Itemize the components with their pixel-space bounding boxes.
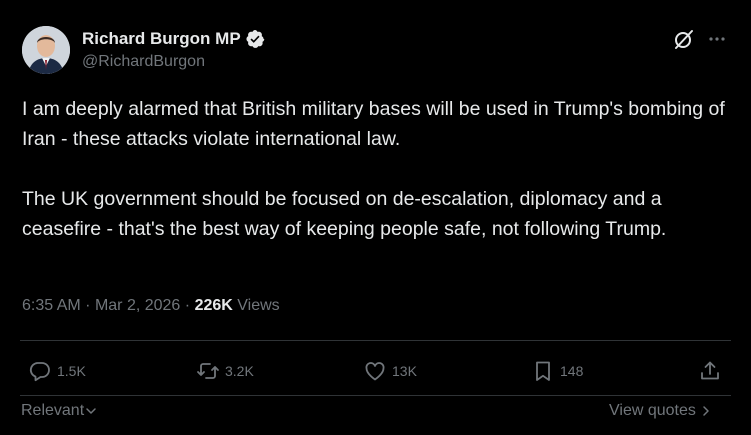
divider [20, 340, 731, 341]
divider [20, 395, 731, 396]
tweet-text: I am deeply alarmed that British militar… [22, 94, 737, 244]
sort-label: Relevant [21, 402, 85, 419]
meta-separator: · [184, 297, 195, 314]
tweet-date[interactable]: Mar 2, 2026 [95, 297, 180, 314]
verified-badge-icon[interactable] [245, 29, 265, 49]
reply-count: 1.5K [57, 363, 86, 379]
views-label: Views [237, 297, 280, 314]
author-display-name[interactable]: Richard Burgon MP [82, 28, 241, 50]
heart-icon [365, 362, 385, 381]
author-handle[interactable]: @RichardBurgon [82, 52, 205, 72]
view-quotes-link[interactable]: View quotes [609, 401, 712, 421]
like-count: 13K [392, 363, 417, 379]
share-button[interactable] [698, 359, 722, 383]
chevron-down-icon [86, 408, 96, 414]
tweet-paragraph: I am deeply alarmed that British militar… [22, 98, 725, 150]
views-count[interactable]: 226K [195, 297, 233, 314]
tweet-card: Richard Burgon MP @RichardBurgon I am de… [0, 0, 751, 435]
tweet-time[interactable]: 6:35 AM [22, 297, 81, 314]
avatar[interactable] [22, 26, 70, 74]
bookmark-icon [536, 361, 550, 381]
tweet-paragraph: The UK government should be focused on d… [22, 188, 667, 240]
grok-icon[interactable] [672, 27, 696, 51]
author-name-row[interactable]: Richard Burgon MP [82, 28, 265, 50]
repost-button[interactable]: 3.2K [196, 359, 254, 383]
more-dots-icon[interactable] [705, 27, 729, 51]
like-button[interactable]: 13K [363, 359, 417, 383]
reply-button[interactable]: 1.5K [28, 359, 86, 383]
bookmark-count: 148 [560, 363, 584, 379]
repost-arrows-icon [197, 363, 219, 379]
bookmark-button[interactable]: 148 [531, 359, 583, 383]
sort-dropdown[interactable]: Relevant [21, 401, 97, 421]
tweet-meta: 6:35 AM · Mar 2, 2026 · 226K Views [22, 296, 280, 316]
chevron-right-icon [703, 406, 709, 416]
reply-bubble-icon [29, 362, 50, 382]
meta-separator: · [85, 297, 95, 314]
share-upload-icon [701, 361, 719, 380]
repost-count: 3.2K [225, 363, 254, 379]
view-quotes-label: View quotes [609, 402, 696, 419]
avatar-photo [22, 26, 70, 74]
